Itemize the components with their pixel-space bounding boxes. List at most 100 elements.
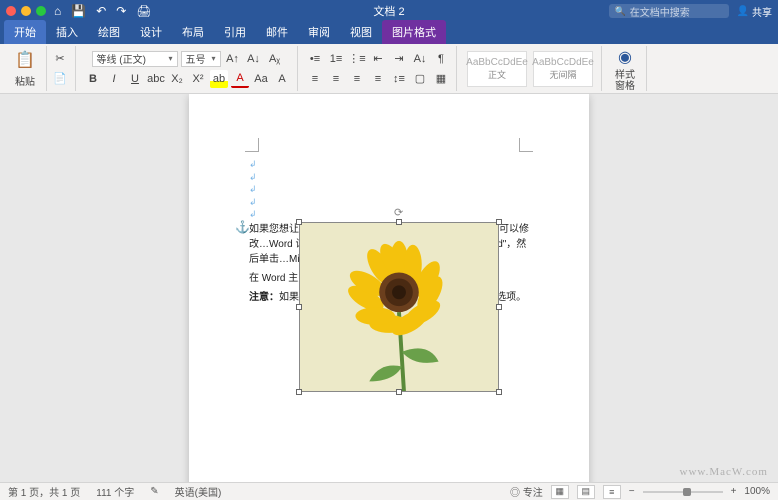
decrease-indent-button[interactable]: ⇤ bbox=[369, 50, 387, 68]
page-indicator[interactable]: 第 1 页，共 1 页 bbox=[8, 484, 80, 499]
tab-picture-format[interactable]: 图片格式 bbox=[382, 20, 446, 44]
tab-references[interactable]: 引用 bbox=[214, 20, 256, 44]
underline-button[interactable]: U bbox=[126, 70, 144, 88]
zoom-in-button[interactable]: + bbox=[731, 486, 737, 497]
chevron-down-icon: ▾ bbox=[168, 54, 172, 63]
styles-group: AaBbCcDdEe 正文 AaBbCcDdEe 无间隔 bbox=[459, 46, 602, 91]
font-name-combo[interactable]: 等线 (正文) ▾ bbox=[92, 51, 178, 67]
resize-handle-br[interactable] bbox=[496, 389, 502, 395]
margin-corner-tl bbox=[245, 138, 259, 152]
align-left-button[interactable]: ≡ bbox=[306, 70, 324, 88]
multilevel-button[interactable]: ⋮≡ bbox=[348, 50, 366, 68]
save-icon[interactable]: 💾 bbox=[71, 4, 86, 18]
zoom-level[interactable]: 100% bbox=[744, 486, 770, 497]
superscript-button[interactable]: X² bbox=[189, 70, 207, 88]
tab-draw[interactable]: 绘图 bbox=[88, 20, 130, 44]
show-marks-button[interactable]: ¶ bbox=[432, 50, 450, 68]
watermark: www.MacW.com bbox=[680, 466, 768, 478]
bullets-button[interactable]: •≡ bbox=[306, 50, 324, 68]
resize-handle-tr[interactable] bbox=[496, 219, 502, 225]
document-page[interactable]: ↲↲↲↲↲ ⚓ ⟳ 如果您想让此前所有图上有一个主体学…如有上传中…您可以修改…… bbox=[189, 94, 589, 482]
tab-home[interactable]: 开始 bbox=[4, 20, 46, 44]
redo-icon[interactable]: ↷ bbox=[116, 4, 126, 18]
rotate-handle[interactable]: ⟳ bbox=[394, 206, 403, 219]
styles-pane-icon: ◉ bbox=[614, 46, 636, 68]
style-preview: AaBbCcDdEe bbox=[466, 57, 528, 68]
resize-handle-bl[interactable] bbox=[296, 389, 302, 395]
highlight-button[interactable]: ab bbox=[210, 70, 228, 88]
tab-design[interactable]: 设计 bbox=[130, 20, 172, 44]
font-group: 等线 (正文) ▾ 五号 ▾ A↑ A↓ Aᵪ B I U abc X₂ X² … bbox=[78, 46, 298, 91]
undo-icon[interactable]: ↶ bbox=[96, 4, 106, 18]
resize-handle-mr[interactable] bbox=[496, 304, 502, 310]
shrink-font-button[interactable]: A↓ bbox=[245, 50, 263, 68]
shading-button[interactable]: ▢ bbox=[411, 70, 429, 88]
share-button[interactable]: 👤 共享 bbox=[737, 4, 772, 19]
resize-handle-tm[interactable] bbox=[396, 219, 402, 225]
maximize-window-button[interactable] bbox=[36, 6, 46, 16]
numbering-button[interactable]: 1≡ bbox=[327, 50, 345, 68]
char-shading-button[interactable]: A bbox=[273, 70, 291, 88]
focus-mode-button[interactable]: ◎ 专注 bbox=[510, 484, 543, 499]
align-center-button[interactable]: ≡ bbox=[327, 70, 345, 88]
quick-access-toolbar: ⌂ 💾 ↶ ↷ 🖨 bbox=[54, 4, 152, 18]
window-controls bbox=[6, 6, 46, 16]
increase-indent-button[interactable]: ⇥ bbox=[390, 50, 408, 68]
change-case-button[interactable]: Aa bbox=[252, 70, 270, 88]
tab-view[interactable]: 视图 bbox=[340, 20, 382, 44]
minimize-window-button[interactable] bbox=[21, 6, 31, 16]
clear-format-button[interactable]: Aᵪ bbox=[266, 50, 284, 68]
line-spacing-button[interactable]: ↕≡ bbox=[390, 70, 408, 88]
borders-button[interactable]: ▦ bbox=[432, 70, 450, 88]
share-icon: 👤 bbox=[737, 6, 749, 17]
clipboard-icon: 📋 bbox=[14, 49, 36, 71]
word-count[interactable]: 111 个字 bbox=[96, 484, 134, 499]
search-input[interactable]: 🔍 在文档中搜索 bbox=[609, 4, 729, 18]
tab-insert[interactable]: 插入 bbox=[46, 20, 88, 44]
selected-image[interactable] bbox=[299, 222, 499, 392]
tab-mail[interactable]: 邮件 bbox=[256, 20, 298, 44]
tab-layout[interactable]: 布局 bbox=[172, 20, 214, 44]
titlebar: ⌂ 💾 ↶ ↷ 🖨 文档 2 🔍 在文档中搜索 👤 共享 bbox=[0, 0, 778, 22]
style-normal[interactable]: AaBbCcDdEe 正文 bbox=[467, 51, 527, 87]
resize-handle-bm[interactable] bbox=[396, 389, 402, 395]
style-label: 无间隔 bbox=[549, 68, 576, 81]
zoom-thumb[interactable] bbox=[683, 488, 691, 496]
print-icon[interactable]: 🖨 bbox=[136, 4, 151, 18]
bold-button[interactable]: B bbox=[84, 70, 102, 88]
font-color-button[interactable]: A bbox=[231, 70, 249, 88]
style-label: 正文 bbox=[488, 68, 506, 81]
bold-run: 注意： bbox=[249, 292, 279, 303]
grow-font-button[interactable]: A↑ bbox=[224, 50, 242, 68]
resize-handle-ml[interactable] bbox=[296, 304, 302, 310]
resize-handle-tl[interactable] bbox=[296, 219, 302, 225]
anchor-icon[interactable]: ⚓ bbox=[235, 220, 250, 234]
clipboard-group: 📋 粘贴 bbox=[4, 46, 47, 91]
tab-review[interactable]: 审阅 bbox=[298, 20, 340, 44]
close-window-button[interactable] bbox=[6, 6, 16, 16]
search-placeholder: 在文档中搜索 bbox=[630, 4, 690, 19]
styles-pane-button[interactable]: ◉ 样式 窗格 bbox=[610, 44, 640, 94]
italic-button[interactable]: I bbox=[105, 70, 123, 88]
web-layout-view-button[interactable]: ▤ bbox=[577, 485, 595, 499]
subscript-button[interactable]: X₂ bbox=[168, 70, 186, 88]
cut-button[interactable]: ✂ bbox=[51, 50, 69, 68]
zoom-out-button[interactable]: − bbox=[629, 486, 635, 497]
font-size-combo[interactable]: 五号 ▾ bbox=[181, 51, 221, 67]
style-nospace[interactable]: AaBbCcDdEe 无间隔 bbox=[533, 51, 593, 87]
copy-button[interactable]: 📄 bbox=[51, 70, 69, 88]
zoom-slider[interactable] bbox=[643, 491, 723, 493]
print-layout-view-button[interactable]: ▦ bbox=[551, 485, 569, 499]
align-right-button[interactable]: ≡ bbox=[348, 70, 366, 88]
justify-button[interactable]: ≡ bbox=[369, 70, 387, 88]
sort-button[interactable]: A↓ bbox=[411, 50, 429, 68]
outline-view-button[interactable]: ≡ bbox=[603, 485, 621, 499]
font-size-value: 五号 bbox=[186, 51, 206, 66]
chevron-down-icon: ▾ bbox=[211, 54, 215, 63]
workspace[interactable]: ↲↲↲↲↲ ⚓ ⟳ 如果您想让此前所有图上有一个主体学…如有上传中…您可以修改…… bbox=[0, 94, 778, 482]
home-icon[interactable]: ⌂ bbox=[54, 4, 61, 18]
spellcheck-button[interactable]: ✎ bbox=[150, 486, 158, 497]
language-indicator[interactable]: 英语(美国) bbox=[175, 484, 222, 499]
paste-button[interactable]: 📋 粘贴 bbox=[10, 47, 40, 90]
strikethrough-button[interactable]: abc bbox=[147, 70, 165, 88]
